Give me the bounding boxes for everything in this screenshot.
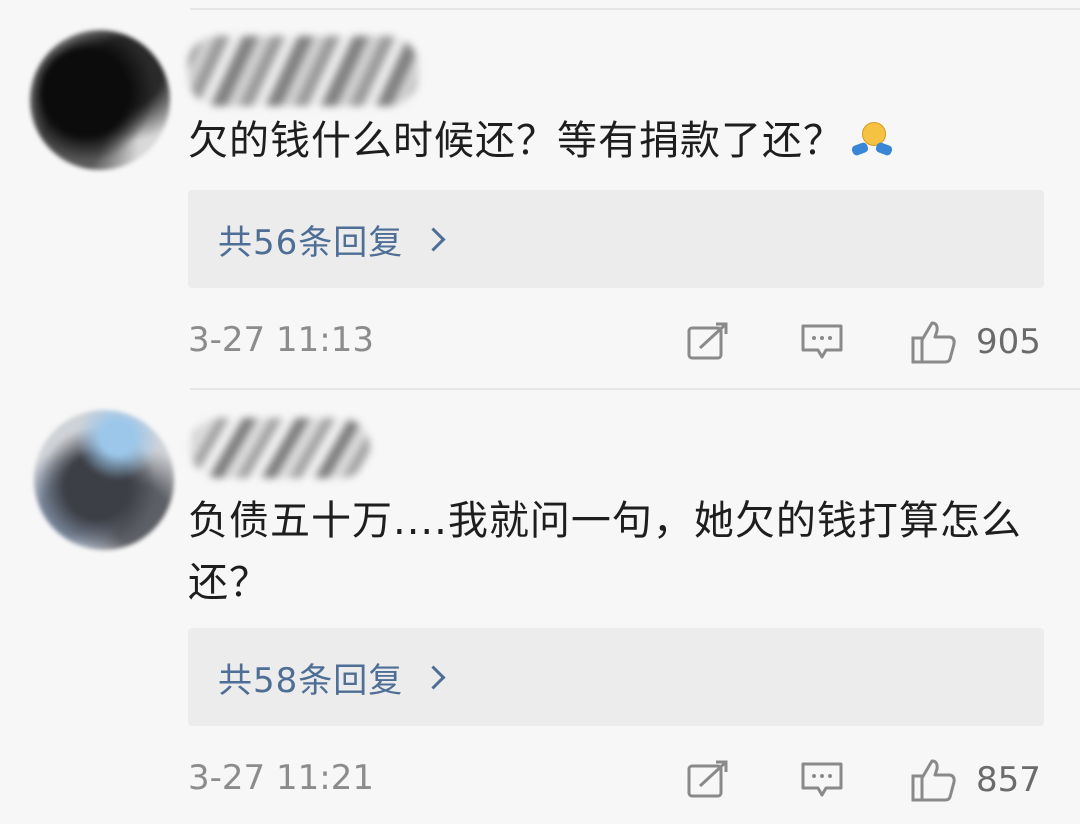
chevron-right-icon (421, 664, 446, 690)
comment-button[interactable] (800, 756, 844, 804)
comment-icon (801, 762, 843, 797)
like-button[interactable]: 857 (910, 756, 1041, 804)
like-count: 857 (976, 760, 1041, 800)
comment-text: 负债五十万....我就问一句，她欠的钱打算怎么还？ (188, 498, 1022, 606)
avatar[interactable] (34, 410, 174, 550)
comment-item: 负债五十万....我就问一句，她欠的钱打算怎么还？ 共58条回复 3-27 11… (0, 0, 1080, 802)
timestamp: 3-27 11:21 (188, 758, 374, 798)
comment-meta: 3-27 11:21 857 (188, 750, 1048, 810)
replies-box[interactable]: 共58条回复 (188, 628, 1044, 726)
view-replies-link[interactable]: 共58条回复 (218, 653, 446, 702)
share-icon (687, 760, 728, 798)
thumbs-up-icon (911, 759, 956, 802)
username-blurred[interactable] (190, 418, 370, 478)
share-button[interactable] (686, 756, 730, 804)
